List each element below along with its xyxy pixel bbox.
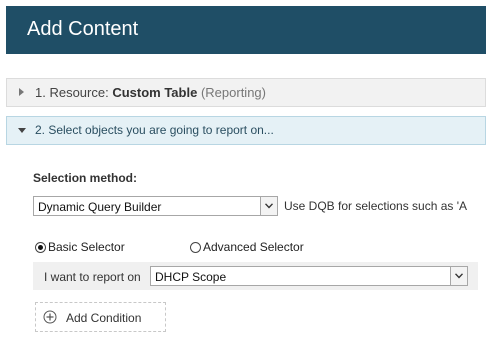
chevron-down-icon [455, 273, 463, 279]
dqb-hint-text: Use DQB for selections such as 'A [284, 199, 468, 213]
report-on-row: I want to report on DHCP Scope [33, 262, 478, 290]
step-1-label: 1. Resource: Custom Table (Reporting) [35, 85, 266, 100]
selection-method-value: Dynamic Query Builder [38, 200, 162, 214]
dialog-header: Add Content [6, 6, 486, 54]
dropdown-button[interactable] [260, 197, 277, 215]
report-on-dropdown[interactable]: DHCP Scope [150, 266, 468, 286]
add-condition-label: Add Condition [66, 311, 142, 325]
advanced-selector-radio-option[interactable]: Advanced Selector [190, 240, 304, 254]
dialog-title: Add Content [27, 18, 139, 40]
step-1-number: 1. Resource: [35, 85, 113, 100]
basic-selector-radio-option[interactable]: Basic Selector [35, 240, 125, 254]
step-1-header[interactable]: 1. Resource: Custom Table (Reporting) [6, 78, 486, 107]
chevron-down-icon [265, 203, 273, 209]
step-2-label: 2. Select objects you are going to repor… [35, 123, 274, 137]
selection-method-dropdown[interactable]: Dynamic Query Builder [33, 196, 278, 216]
radio-unchecked-icon[interactable] [190, 242, 201, 253]
report-on-value: DHCP Scope [155, 270, 227, 284]
triangle-right-icon [19, 88, 24, 96]
step-1-resource: Custom Table [112, 85, 198, 100]
plus-circle-icon [43, 310, 57, 324]
step-2-header[interactable]: 2. Select objects you are going to repor… [6, 116, 486, 145]
selection-method-label: Selection method: [33, 171, 138, 185]
advanced-selector-label: Advanced Selector [203, 240, 304, 254]
triangle-down-icon [18, 128, 26, 133]
dropdown-button[interactable] [450, 267, 467, 285]
report-on-label: I want to report on [44, 270, 141, 284]
basic-selector-label: Basic Selector [48, 240, 125, 254]
step-1-category: (Reporting) [200, 85, 266, 100]
add-condition-button[interactable]: Add Condition [35, 302, 166, 332]
radio-checked-icon[interactable] [35, 242, 46, 253]
